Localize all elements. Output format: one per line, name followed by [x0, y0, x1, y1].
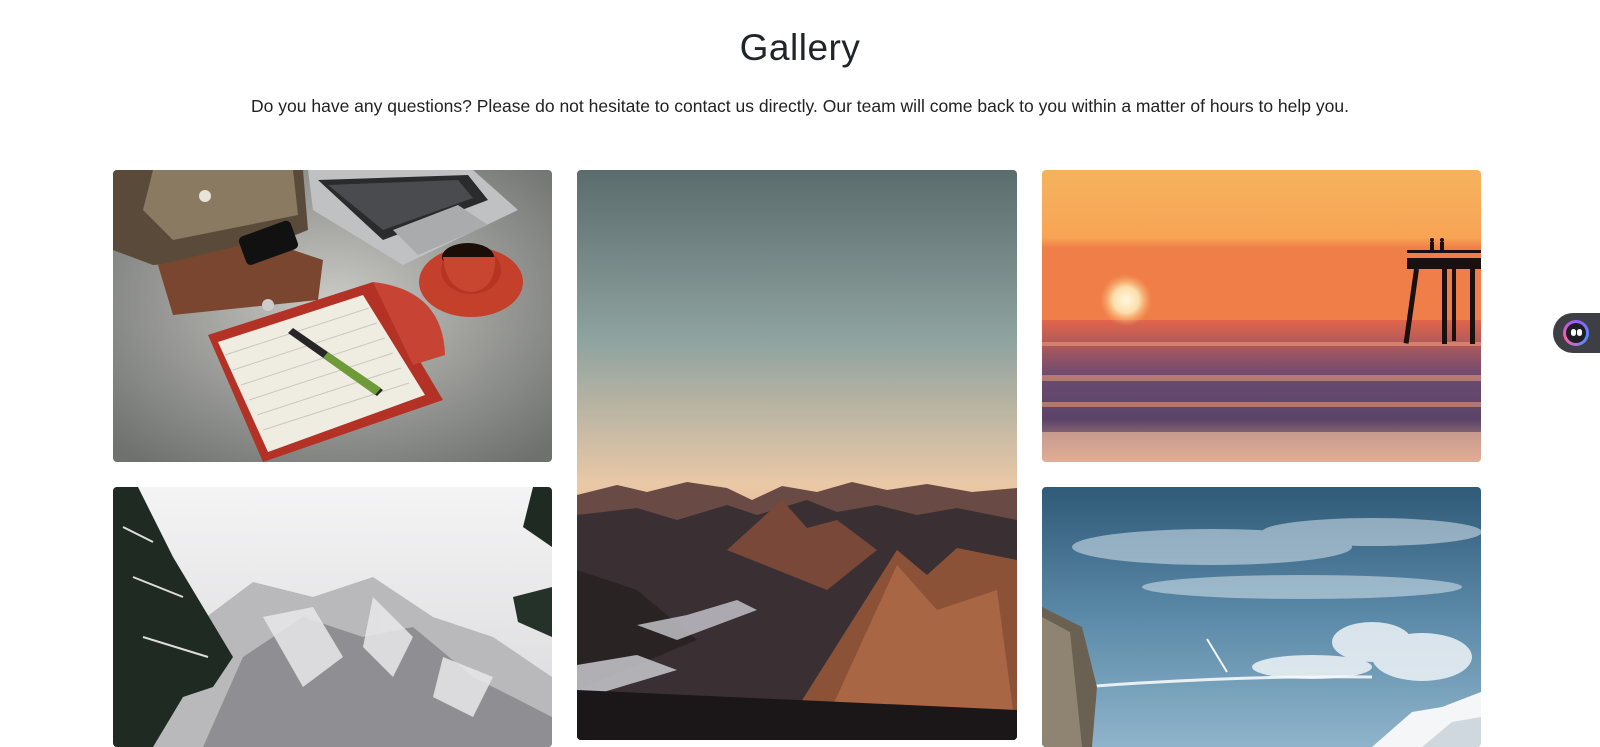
- snowy-mountain-image[interactable]: [113, 487, 552, 747]
- blue-sky-valley-image[interactable]: [1042, 487, 1481, 747]
- chat-widget-button[interactable]: [1553, 313, 1600, 353]
- gallery-title: Gallery: [739, 27, 861, 68]
- ocean-pier-sunset-image[interactable]: [1042, 170, 1481, 462]
- mountain-sunset-image[interactable]: [577, 170, 1017, 740]
- chat-bot-icon: [1563, 320, 1589, 346]
- gallery-description: Do you have any questions? Please do not…: [251, 96, 1349, 116]
- desk-workspace-image[interactable]: [113, 170, 552, 462]
